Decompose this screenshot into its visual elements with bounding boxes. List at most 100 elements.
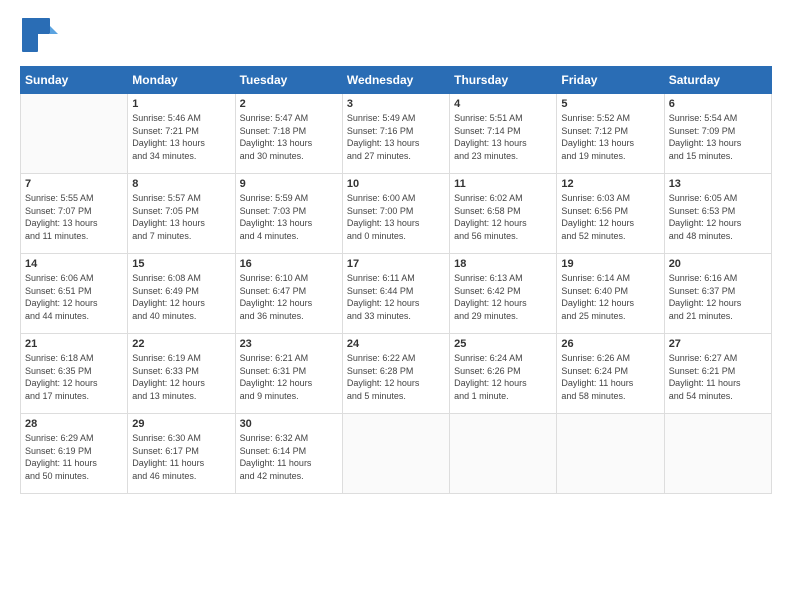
day-info: Sunrise: 6:16 AM Sunset: 6:37 PM Dayligh…	[669, 272, 767, 322]
day-number: 12	[561, 178, 659, 190]
day-number: 13	[669, 178, 767, 190]
week-row-4: 21Sunrise: 6:18 AM Sunset: 6:35 PM Dayli…	[21, 334, 772, 414]
day-info: Sunrise: 6:10 AM Sunset: 6:47 PM Dayligh…	[240, 272, 338, 322]
day-info: Sunrise: 6:21 AM Sunset: 6:31 PM Dayligh…	[240, 352, 338, 402]
day-info: Sunrise: 5:47 AM Sunset: 7:18 PM Dayligh…	[240, 112, 338, 162]
day-number: 4	[454, 98, 552, 110]
calendar-cell: 26 Sunrise: 6:26 AM Sunset: 6:24 PM Dayli…	[557, 334, 664, 414]
week-row-5: 28 Sunrise: 6:29 AM Sunset: 6:19 PM Dayli…	[21, 414, 772, 494]
day-info: Sunrise: 6:03 AM Sunset: 6:56 PM Dayligh…	[561, 192, 659, 242]
calendar-cell: 2 Sunrise: 5:47 AM Sunset: 7:18 PM Daylig…	[235, 94, 342, 174]
day-info: Sunrise: 6:29 AM Sunset: 6:19 PM Dayligh…	[25, 432, 123, 482]
day-number: 26	[561, 338, 659, 350]
day-number: 24	[347, 338, 445, 350]
calendar-cell: 11 Sunrise: 6:02 AM Sunset: 6:58 PM Dayli…	[450, 174, 557, 254]
day-number: 19	[561, 258, 659, 270]
day-info: Sunrise: 6:26 AM Sunset: 6:24 PM Dayligh…	[561, 352, 659, 402]
week-row-2: 7 Sunrise: 5:55 AM Sunset: 7:07 PM Daylig…	[21, 174, 772, 254]
calendar-cell: 19 Sunrise: 6:14 AM Sunset: 6:40 PM Dayli…	[557, 254, 664, 334]
calendar-cell: 15 Sunrise: 6:08 AM Sunset: 6:49 PM Dayli…	[128, 254, 235, 334]
weekday-header-monday: Monday	[128, 67, 235, 94]
day-number: 9	[240, 178, 338, 190]
day-number: 22	[132, 338, 230, 350]
calendar-cell: 8 Sunrise: 5:57 AM Sunset: 7:05 PM Daylig…	[128, 174, 235, 254]
calendar-cell: 24 Sunrise: 6:22 AM Sunset: 6:28 PM Dayli…	[342, 334, 449, 414]
day-info: Sunrise: 6:08 AM Sunset: 6:49 PM Dayligh…	[132, 272, 230, 322]
calendar-table: SundayMondayTuesdayWednesdayThursdayFrid…	[20, 66, 772, 494]
calendar-cell: 13 Sunrise: 6:05 AM Sunset: 6:53 PM Dayli…	[664, 174, 771, 254]
weekday-header-thursday: Thursday	[450, 67, 557, 94]
day-info: Sunrise: 6:27 AM Sunset: 6:21 PM Dayligh…	[669, 352, 767, 402]
day-info: Sunrise: 5:55 AM Sunset: 7:07 PM Dayligh…	[25, 192, 123, 242]
calendar-cell: 12 Sunrise: 6:03 AM Sunset: 6:56 PM Dayli…	[557, 174, 664, 254]
calendar-cell: 1 Sunrise: 5:46 AM Sunset: 7:21 PM Daylig…	[128, 94, 235, 174]
weekday-header-friday: Friday	[557, 67, 664, 94]
day-number: 23	[240, 338, 338, 350]
day-info: Sunrise: 5:46 AM Sunset: 7:21 PM Dayligh…	[132, 112, 230, 162]
calendar-cell: 9Sunrise: 5:59 AM Sunset: 7:03 PM Daylig…	[235, 174, 342, 254]
calendar-cell: 29 Sunrise: 6:30 AM Sunset: 6:17 PM Dayli…	[128, 414, 235, 494]
day-info: Sunrise: 6:24 AM Sunset: 6:26 PM Dayligh…	[454, 352, 552, 402]
calendar-cell: 18 Sunrise: 6:13 AM Sunset: 6:42 PM Dayli…	[450, 254, 557, 334]
calendar-cell: 3Sunrise: 5:49 AM Sunset: 7:16 PM Daylig…	[342, 94, 449, 174]
calendar-cell: 20Sunrise: 6:16 AM Sunset: 6:37 PM Dayli…	[664, 254, 771, 334]
day-number: 5	[561, 98, 659, 110]
calendar-cell: 25 Sunrise: 6:24 AM Sunset: 6:26 PM Dayli…	[450, 334, 557, 414]
day-info: Sunrise: 6:05 AM Sunset: 6:53 PM Dayligh…	[669, 192, 767, 242]
day-number: 7	[25, 178, 123, 190]
day-number: 28	[25, 418, 123, 430]
weekday-header-wednesday: Wednesday	[342, 67, 449, 94]
calendar-cell: 28 Sunrise: 6:29 AM Sunset: 6:19 PM Dayli…	[21, 414, 128, 494]
day-number: 15	[132, 258, 230, 270]
calendar-cell: 23 Sunrise: 6:21 AM Sunset: 6:31 PM Dayli…	[235, 334, 342, 414]
day-info: Sunrise: 6:02 AM Sunset: 6:58 PM Dayligh…	[454, 192, 552, 242]
day-info: Sunrise: 6:14 AM Sunset: 6:40 PM Dayligh…	[561, 272, 659, 322]
calendar-cell: 10Sunrise: 6:00 AM Sunset: 7:00 PM Dayli…	[342, 174, 449, 254]
logo	[20, 16, 58, 54]
day-info: Sunrise: 6:06 AM Sunset: 6:51 PM Dayligh…	[25, 272, 123, 322]
weekday-header-saturday: Saturday	[664, 67, 771, 94]
day-info: Sunrise: 5:54 AM Sunset: 7:09 PM Dayligh…	[669, 112, 767, 162]
day-info: Sunrise: 5:57 AM Sunset: 7:05 PM Dayligh…	[132, 192, 230, 242]
day-number: 29	[132, 418, 230, 430]
day-number: 8	[132, 178, 230, 190]
day-info: Sunrise: 6:13 AM Sunset: 6:42 PM Dayligh…	[454, 272, 552, 322]
calendar-cell: 27 Sunrise: 6:27 AM Sunset: 6:21 PM Dayli…	[664, 334, 771, 414]
day-info: Sunrise: 6:19 AM Sunset: 6:33 PM Dayligh…	[132, 352, 230, 402]
day-number: 27	[669, 338, 767, 350]
day-number: 1	[132, 98, 230, 110]
day-info: Sunrise: 6:18 AM Sunset: 6:35 PM Dayligh…	[25, 352, 123, 402]
day-number: 18	[454, 258, 552, 270]
page-container: SundayMondayTuesdayWednesdayThursdayFrid…	[0, 0, 792, 504]
calendar-cell: 16 Sunrise: 6:10 AM Sunset: 6:47 PM Dayli…	[235, 254, 342, 334]
calendar-cell	[342, 414, 449, 494]
day-number: 14	[25, 258, 123, 270]
day-number: 2	[240, 98, 338, 110]
day-info: Sunrise: 5:51 AM Sunset: 7:14 PM Dayligh…	[454, 112, 552, 162]
week-row-3: 14 Sunrise: 6:06 AM Sunset: 6:51 PM Dayli…	[21, 254, 772, 334]
day-info: Sunrise: 6:22 AM Sunset: 6:28 PM Dayligh…	[347, 352, 445, 402]
day-number: 3	[347, 98, 445, 110]
calendar-cell: 17Sunrise: 6:11 AM Sunset: 6:44 PM Dayli…	[342, 254, 449, 334]
weekday-header-sunday: Sunday	[21, 67, 128, 94]
day-number: 30	[240, 418, 338, 430]
calendar-cell: 21Sunrise: 6:18 AM Sunset: 6:35 PM Dayli…	[21, 334, 128, 414]
day-number: 10	[347, 178, 445, 190]
calendar-cell: 7 Sunrise: 5:55 AM Sunset: 7:07 PM Daylig…	[21, 174, 128, 254]
day-number: 16	[240, 258, 338, 270]
calendar-cell	[21, 94, 128, 174]
day-info: Sunrise: 5:52 AM Sunset: 7:12 PM Dayligh…	[561, 112, 659, 162]
logo-icon	[20, 16, 58, 54]
week-row-1: 1 Sunrise: 5:46 AM Sunset: 7:21 PM Daylig…	[21, 94, 772, 174]
day-number: 11	[454, 178, 552, 190]
day-info: Sunrise: 6:11 AM Sunset: 6:44 PM Dayligh…	[347, 272, 445, 322]
header	[20, 16, 772, 54]
calendar-cell: 6 Sunrise: 5:54 AM Sunset: 7:09 PM Daylig…	[664, 94, 771, 174]
calendar-cell	[450, 414, 557, 494]
weekday-header-row: SundayMondayTuesdayWednesdayThursdayFrid…	[21, 67, 772, 94]
day-number: 6	[669, 98, 767, 110]
day-info: Sunrise: 6:30 AM Sunset: 6:17 PM Dayligh…	[132, 432, 230, 482]
day-info: Sunrise: 6:32 AM Sunset: 6:14 PM Dayligh…	[240, 432, 338, 482]
day-number: 25	[454, 338, 552, 350]
weekday-header-tuesday: Tuesday	[235, 67, 342, 94]
